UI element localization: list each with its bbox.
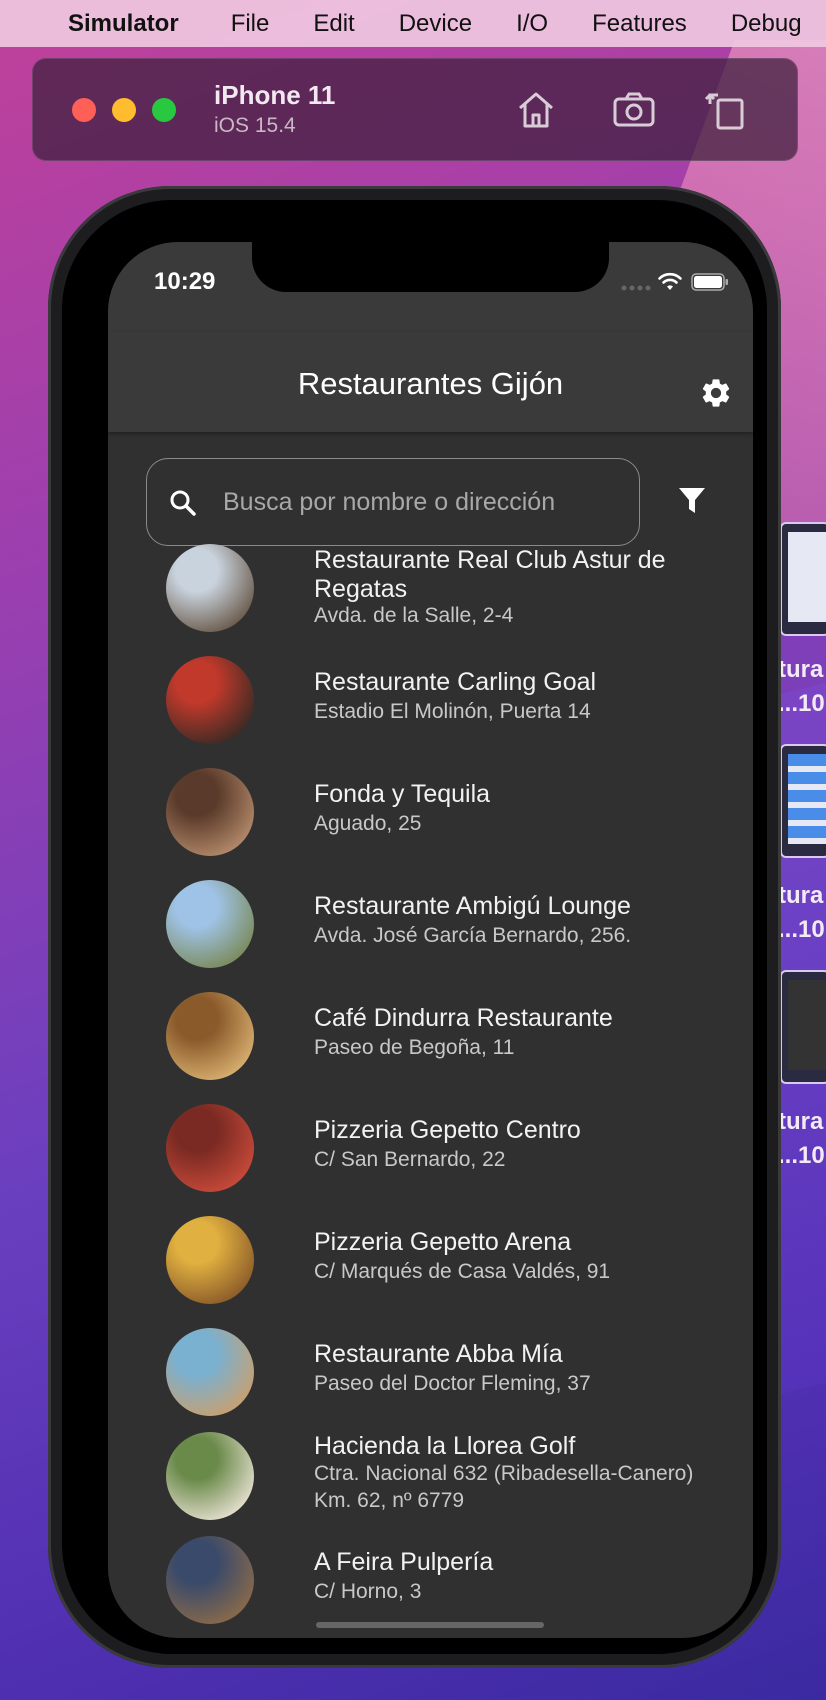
background-window-label: tura [778,656,824,683]
menu-features[interactable]: Features [592,10,687,38]
app-screen: 10:29 Restaurantes Gijón Busca por nombr… [108,242,753,1638]
restaurant-photo [166,880,254,968]
restaurant-photo [166,768,254,856]
background-window-label: ...10 [778,690,825,717]
restaurant-name: Restaurante Abba Mía [314,1340,563,1368]
menu-file[interactable]: File [231,10,270,38]
restaurant-name: Pizzeria Gepetto Arena [314,1228,572,1256]
search-icon [170,490,196,516]
restaurant-address: C/ Marqués de Casa Valdés, 91 [314,1260,611,1283]
rotate-icon[interactable] [702,86,750,134]
background-window-thumbnail[interactable] [780,970,826,1084]
home-indicator[interactable] [316,1622,544,1628]
macos-menu-bar: Simulator File Edit Device I/O Features … [0,0,826,47]
screenshot-icon[interactable] [610,86,658,134]
restaurant-name: Fonda y Tequila [314,780,491,808]
restaurant-name: Restaurante Ambigú Lounge [314,892,631,920]
device-name: iPhone 11 [214,80,336,110]
menu-app-simulator[interactable]: Simulator [68,10,179,38]
restaurant-name: Restaurante Carling Goal [314,668,597,696]
restaurant-photo [166,1432,254,1520]
background-window-thumbnail[interactable] [780,522,826,636]
app-bar: Restaurantes Gijón [108,332,753,432]
filter-icon[interactable] [678,486,706,516]
menu-edit[interactable]: Edit [313,10,354,38]
menu-io[interactable]: I/O [516,10,548,38]
menu-debug[interactable]: Debug [731,10,802,38]
restaurant-photo [166,992,254,1080]
restaurant-photo [166,656,254,744]
background-window-label: tura [778,1108,824,1135]
background-window-thumbnail[interactable] [780,744,826,858]
zoom-window-button[interactable] [152,98,176,122]
restaurant-address: Paseo de Begoña, 11 [314,1036,515,1059]
page-title: Restaurantes Gijón [297,366,564,401]
minimize-window-button[interactable] [112,98,136,122]
background-window-label: ...10 [778,916,825,943]
restaurant-address: Estadio El Molinón, Puerta 14 [314,700,591,723]
battery-icon [691,273,728,291]
restaurant-address: Avda. José García Bernardo, 256. [314,924,632,947]
wifi-icon [658,272,682,290]
restaurant-name: Restaurante Real Club Astur de Regatas [314,546,666,603]
restaurant-address: Aguado, 25 [314,812,422,835]
search-input[interactable] [221,481,625,523]
restaurant-name: Café Dindurra Restaurante [314,1004,613,1032]
status-time: 10:29 [154,268,216,295]
iphone-bezel: 10:29 Restaurantes Gijón Busca por nombr… [62,200,767,1654]
simulator-title-bar: iPhone 11 iOS 15.4 [32,58,798,161]
search-box[interactable] [146,458,640,546]
gear-icon[interactable] [699,376,733,410]
restaurant-photo [166,1328,254,1416]
restaurant-address: C/ San Bernardo, 22 [314,1148,506,1171]
restaurant-photo [166,1216,254,1304]
device-os-version: iOS 15.4 [214,114,296,137]
restaurant-address: Avda. de la Salle, 2-4 [314,604,514,627]
home-icon[interactable] [512,86,560,134]
iphone-notch [252,242,609,292]
restaurant-address: Paseo del Doctor Fleming, 37 [314,1372,591,1395]
restaurant-photo [166,1536,254,1624]
restaurant-photo [166,1104,254,1192]
close-window-button[interactable] [72,98,96,122]
restaurant-photo [166,544,254,632]
signal-icon [621,285,651,291]
restaurant-address: Ctra. Nacional 632 (Ribadesella-Canero) … [314,1462,694,1512]
background-window-label: ...10 [778,1142,825,1169]
restaurant-name: Pizzeria Gepetto Centro [314,1116,581,1144]
background-window-label: tura [778,882,824,909]
menu-device[interactable]: Device [399,10,472,38]
restaurant-name: A Feira Pulpería [314,1548,494,1576]
iphone-frame: 10:29 Restaurantes Gijón Busca por nombr… [48,186,781,1668]
restaurant-address: C/ Horno, 3 [314,1580,422,1603]
restaurant-name: Hacienda la Llorea Golf [314,1432,576,1460]
